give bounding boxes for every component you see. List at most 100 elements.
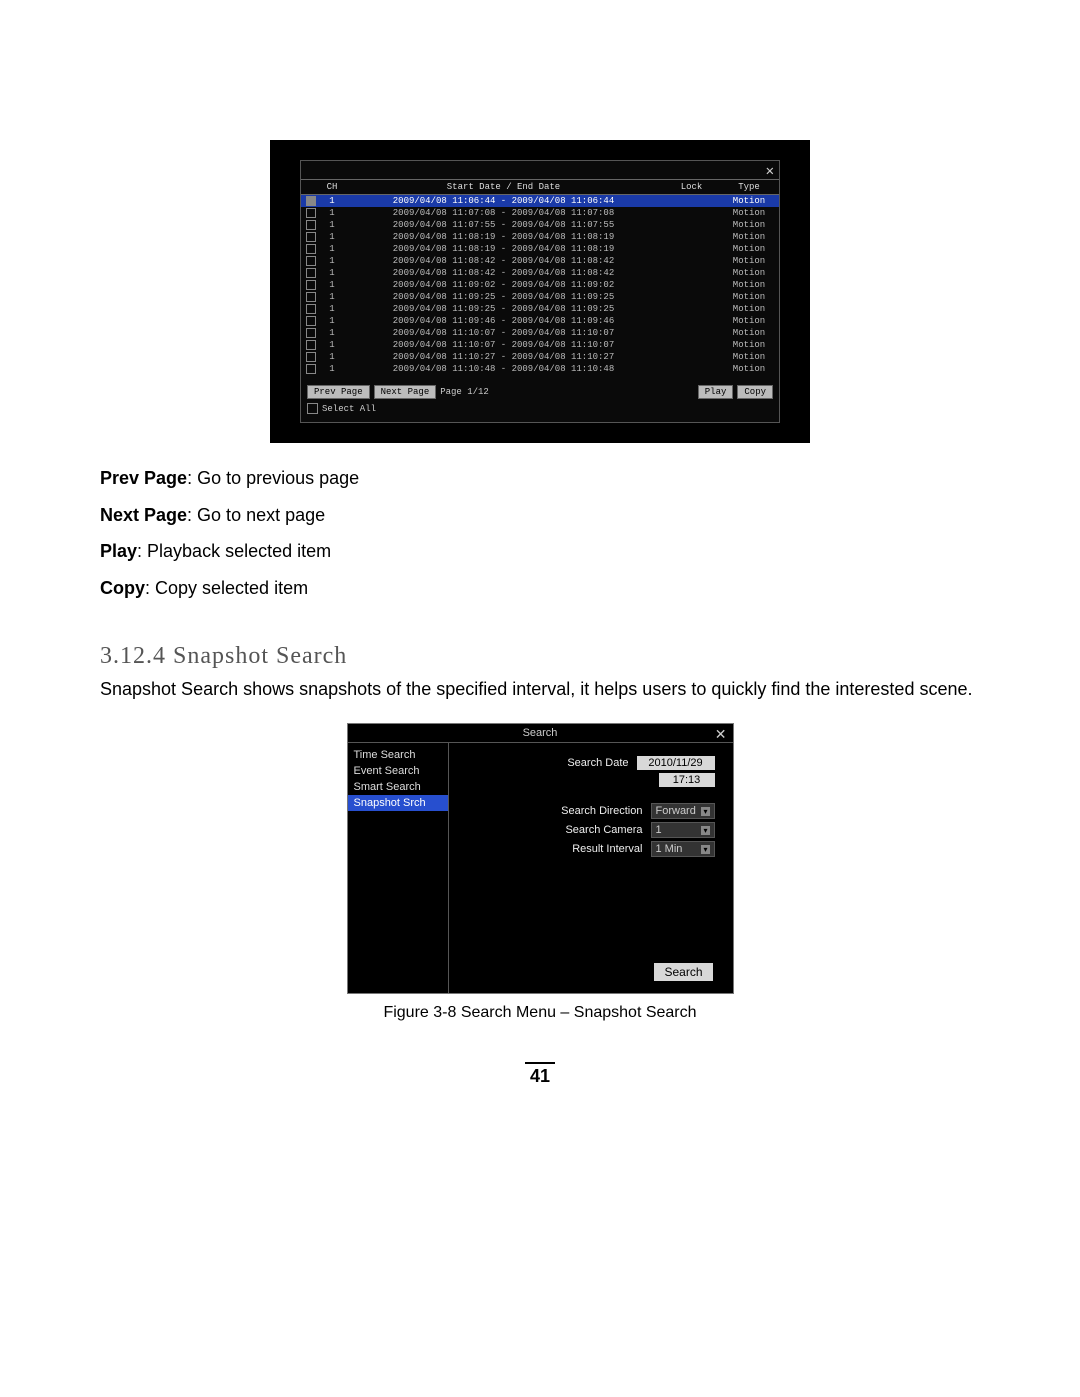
cell-type: Motion <box>719 219 779 231</box>
cell-type: Motion <box>719 303 779 315</box>
search-date-label: Search Date <box>567 757 628 769</box>
col-ch: CH <box>321 180 343 195</box>
checkbox-icon[interactable] <box>306 340 316 350</box>
table-row[interactable]: 12009/04/08 11:10:07 - 2009/04/08 11:10:… <box>301 339 779 351</box>
page-number: 41 <box>100 1062 980 1087</box>
direction-dropdown[interactable]: Forward ▾ <box>651 803 715 819</box>
cell-type: Motion <box>719 279 779 291</box>
cell-type: Motion <box>719 315 779 327</box>
snapshot-search-window: Search ✕ Time SearchEvent SearchSmart Se… <box>347 723 734 994</box>
table-row[interactable]: 12009/04/08 11:09:02 - 2009/04/08 11:09:… <box>301 279 779 291</box>
cell-type: Motion <box>719 231 779 243</box>
search-button[interactable]: Search <box>654 963 712 981</box>
table-row[interactable]: 12009/04/08 11:10:07 - 2009/04/08 11:10:… <box>301 327 779 339</box>
play-button[interactable]: Play <box>698 385 734 399</box>
direction-label: Search Direction <box>561 805 642 817</box>
cell-dates: 2009/04/08 11:07:08 - 2009/04/08 11:07:0… <box>343 207 664 219</box>
checkbox-icon[interactable] <box>306 316 316 326</box>
sidebar-item[interactable]: Snapshot Srch <box>348 795 448 811</box>
search-date-field[interactable]: 2010/11/29 <box>637 756 715 770</box>
table-row[interactable]: 12009/04/08 11:09:25 - 2009/04/08 11:09:… <box>301 303 779 315</box>
cell-lock <box>664 279 719 291</box>
close-icon[interactable]: ✕ <box>766 163 774 180</box>
cell-ch: 1 <box>321 243 343 255</box>
section-heading: 3.12.4 Snapshot Search <box>100 643 980 670</box>
cell-ch: 1 <box>321 231 343 243</box>
checkbox-icon[interactable] <box>306 244 316 254</box>
def-next-t: : Go to next page <box>187 505 325 525</box>
cell-lock <box>664 207 719 219</box>
def-play-t: : Playback selected item <box>137 541 331 561</box>
cell-type: Motion <box>719 363 779 375</box>
chevron-down-icon: ▾ <box>701 807 709 816</box>
figure-caption: Figure 3-8 Search Menu – Snapshot Search <box>100 1004 980 1022</box>
checkbox-icon[interactable] <box>306 208 316 218</box>
table-row[interactable]: 12009/04/08 11:08:19 - 2009/04/08 11:08:… <box>301 231 779 243</box>
table-row[interactable]: 12009/04/08 11:08:42 - 2009/04/08 11:08:… <box>301 255 779 267</box>
cell-ch: 1 <box>321 315 343 327</box>
select-all-checkbox[interactable] <box>307 403 318 414</box>
checkbox-icon[interactable] <box>306 232 316 242</box>
section-paragraph: Snapshot Search shows snapshots of the s… <box>100 676 980 703</box>
table-row[interactable]: 12009/04/08 11:07:08 - 2009/04/08 11:07:… <box>301 207 779 219</box>
cell-dates: 2009/04/08 11:06:44 - 2009/04/08 11:06:4… <box>343 195 664 208</box>
col-lock: Lock <box>664 180 719 195</box>
select-all-label: Select All <box>322 404 376 414</box>
close-icon[interactable]: ✕ <box>715 726 727 743</box>
checkbox-icon[interactable] <box>306 196 316 206</box>
checkbox-icon[interactable] <box>306 352 316 362</box>
cell-type: Motion <box>719 351 779 363</box>
cell-dates: 2009/04/08 11:08:42 - 2009/04/08 11:08:4… <box>343 255 664 267</box>
camera-value: 1 <box>656 824 662 836</box>
sidebar-item[interactable]: Time Search <box>348 747 448 763</box>
checkbox-icon[interactable] <box>306 328 316 338</box>
cell-lock <box>664 291 719 303</box>
cell-dates: 2009/04/08 11:08:19 - 2009/04/08 11:08:1… <box>343 243 664 255</box>
def-prev-t: : Go to previous page <box>187 468 359 488</box>
table-row[interactable]: 12009/04/08 11:06:44 - 2009/04/08 11:06:… <box>301 195 779 208</box>
cell-dates: 2009/04/08 11:09:46 - 2009/04/08 11:09:4… <box>343 315 664 327</box>
definitions-block: Prev Page: Go to previous page Next Page… <box>100 463 980 603</box>
table-row[interactable]: 12009/04/08 11:10:27 - 2009/04/08 11:10:… <box>301 351 779 363</box>
cell-dates: 2009/04/08 11:09:25 - 2009/04/08 11:09:2… <box>343 291 664 303</box>
sidebar-item[interactable]: Smart Search <box>348 779 448 795</box>
sidebar-item[interactable]: Event Search <box>348 763 448 779</box>
search-time-field[interactable]: 17:13 <box>659 773 715 787</box>
checkbox-icon[interactable] <box>306 280 316 290</box>
checkbox-icon[interactable] <box>306 220 316 230</box>
table-row[interactable]: 12009/04/08 11:08:19 - 2009/04/08 11:08:… <box>301 243 779 255</box>
table-row[interactable]: 12009/04/08 11:09:25 - 2009/04/08 11:09:… <box>301 291 779 303</box>
cell-dates: 2009/04/08 11:07:55 - 2009/04/08 11:07:5… <box>343 219 664 231</box>
table-row[interactable]: 12009/04/08 11:10:48 - 2009/04/08 11:10:… <box>301 363 779 375</box>
copy-button[interactable]: Copy <box>737 385 773 399</box>
event-list-window: ✕ CH Start Date / End Date Lock Type 120… <box>270 140 810 443</box>
cell-dates: 2009/04/08 11:10:07 - 2009/04/08 11:10:0… <box>343 327 664 339</box>
chevron-down-icon: ▾ <box>701 845 709 854</box>
checkbox-icon[interactable] <box>306 304 316 314</box>
table-row[interactable]: 12009/04/08 11:08:42 - 2009/04/08 11:08:… <box>301 267 779 279</box>
interval-dropdown[interactable]: 1 Min ▾ <box>651 841 715 857</box>
cell-lock <box>664 195 719 208</box>
cell-ch: 1 <box>321 219 343 231</box>
cell-lock <box>664 327 719 339</box>
table-row[interactable]: 12009/04/08 11:09:46 - 2009/04/08 11:09:… <box>301 315 779 327</box>
def-prev-b: Prev Page <box>100 468 187 488</box>
cell-dates: 2009/04/08 11:09:02 - 2009/04/08 11:09:0… <box>343 279 664 291</box>
col-dates: Start Date / End Date <box>343 180 664 195</box>
checkbox-icon[interactable] <box>306 268 316 278</box>
checkbox-icon[interactable] <box>306 364 316 374</box>
checkbox-icon[interactable] <box>306 292 316 302</box>
checkbox-icon[interactable] <box>306 256 316 266</box>
cell-lock <box>664 243 719 255</box>
cell-lock <box>664 351 719 363</box>
search-sidebar: Time SearchEvent SearchSmart SearchSnaps… <box>348 743 449 993</box>
cell-dates: 2009/04/08 11:10:48 - 2009/04/08 11:10:4… <box>343 363 664 375</box>
cell-type: Motion <box>719 255 779 267</box>
def-copy-t: : Copy selected item <box>145 578 308 598</box>
cell-lock <box>664 267 719 279</box>
prev-page-button[interactable]: Prev Page <box>307 385 370 399</box>
table-row[interactable]: 12009/04/08 11:07:55 - 2009/04/08 11:07:… <box>301 219 779 231</box>
camera-dropdown[interactable]: 1 ▾ <box>651 822 715 838</box>
cell-ch: 1 <box>321 363 343 375</box>
next-page-button[interactable]: Next Page <box>374 385 437 399</box>
